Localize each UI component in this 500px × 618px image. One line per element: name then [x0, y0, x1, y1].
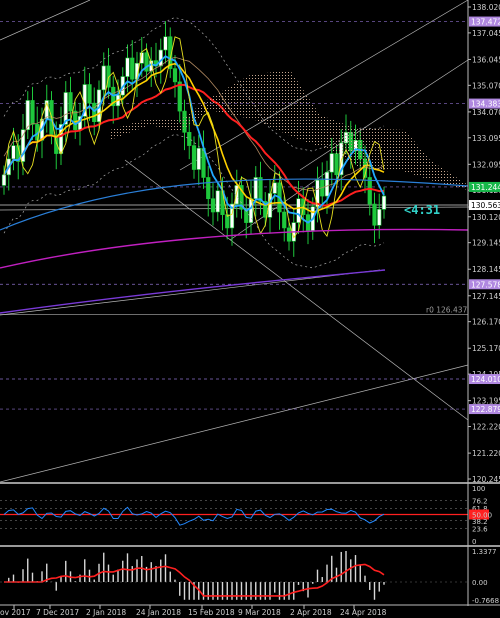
axis-tick-label: 122.220 [472, 423, 500, 432]
long-ma-line [0, 228, 469, 269]
axis-tick-label: 120.245 [472, 475, 500, 484]
price-level-label: 127.578 [471, 280, 500, 289]
date-label: 24 Apr 2018 [340, 608, 387, 617]
axis-tick-label: 133.095 [472, 134, 500, 143]
candle [1, 174, 7, 186]
candle [73, 110, 78, 130]
candle [177, 81, 182, 112]
price-level-label: 131.244 [471, 183, 500, 192]
candle [377, 209, 382, 226]
candle [253, 177, 258, 200]
axis-tick-label: 132.095 [472, 160, 500, 169]
axis-tick-label: 136.045 [472, 55, 500, 64]
axis-tick-label: 125.170 [472, 344, 500, 353]
candle [282, 211, 287, 229]
axis-tick-label: 138.020 [472, 3, 500, 12]
axis-tick-label: 134.070 [472, 108, 500, 117]
time-axis: ov 2017 7 Dec 2017 2 Jan 2018 24 Jan 2018 15… [0, 604, 500, 617]
candle [286, 227, 292, 242]
candle [92, 102, 97, 123]
candle [158, 49, 163, 67]
price-level-label: 124.010 [471, 375, 500, 384]
candle [296, 198, 301, 223]
candle [324, 171, 330, 197]
trend-line [0, 269, 381, 316]
date-label: 9 Mar 2018 [238, 608, 281, 617]
candle [196, 147, 201, 170]
axis-tick-label: 121.220 [472, 449, 500, 458]
candle [329, 153, 334, 173]
price-level-label: 122.879 [471, 405, 500, 414]
candle [87, 84, 92, 104]
macd-indicator-pane: 1.3377 0.00 -0.7668 [0, 548, 499, 605]
date-label: 7 Dec 2017 [36, 608, 79, 617]
macd-axis-label: 0.00 [472, 579, 488, 587]
price-level-label: 134.383 [471, 100, 500, 109]
date-label: 15 Feb 2018 [188, 608, 235, 617]
date-label: 2 Apr 2018 [290, 608, 332, 617]
axis-tick-label: 130.120 [472, 213, 500, 222]
rsi-level-label: 100 [472, 485, 485, 493]
candle [215, 190, 220, 213]
candle [334, 153, 339, 176]
candle [206, 177, 211, 200]
axis-tick-label: 128.145 [472, 265, 500, 274]
candle [372, 203, 377, 226]
candle [272, 182, 277, 194]
price-level-label: 130.563 [471, 201, 500, 210]
rsi-indicator-pane: 10076.261.850.0038.223.60 [0, 485, 492, 546]
trend-line [0, 364, 469, 483]
date-label: 24 Jan 2018 [136, 608, 181, 617]
price-level-label: 137.472 [471, 18, 500, 27]
candle [258, 177, 263, 202]
ichimoku-cloud [110, 98, 210, 140]
price-chart-pane: r0 126.437 [0, 0, 500, 547]
rsi-level-label: 0 [472, 538, 476, 546]
rsi-line [3, 506, 385, 526]
date-label: ov 2017 [0, 608, 31, 617]
axis-tick-label: 126.170 [472, 318, 500, 327]
candle [25, 100, 30, 130]
candle [367, 177, 372, 205]
candle [30, 100, 35, 125]
candle [125, 57, 130, 77]
candle [172, 68, 178, 83]
candle [101, 65, 106, 91]
candle [11, 145, 16, 160]
candle [191, 145, 197, 170]
date-label: 2 Jan 2018 [86, 608, 126, 617]
candle [187, 132, 192, 146]
candle [68, 92, 73, 112]
macd-axis-label: 1.3377 [472, 548, 497, 556]
candle [210, 198, 216, 213]
candle [163, 36, 168, 51]
trading-chart[interactable]: r0 126.437 10076.261.850.0038.223.60 1.3… [0, 0, 500, 618]
candle [381, 195, 387, 210]
macd-axis-label: -0.7668 [472, 597, 499, 605]
fibo-label: r0 126.437 [426, 306, 467, 315]
axis-tick-label: 127.145 [472, 292, 500, 301]
candle [130, 57, 135, 80]
axis-tick-label: 129.145 [472, 239, 500, 248]
axis-tick-label: 137.045 [472, 29, 500, 38]
axis-tick-label: 135.070 [472, 81, 500, 90]
rsi-level-label: 23.6 [472, 525, 488, 533]
trend-line [0, 0, 91, 41]
bar-countdown: <4:31 [404, 203, 441, 217]
